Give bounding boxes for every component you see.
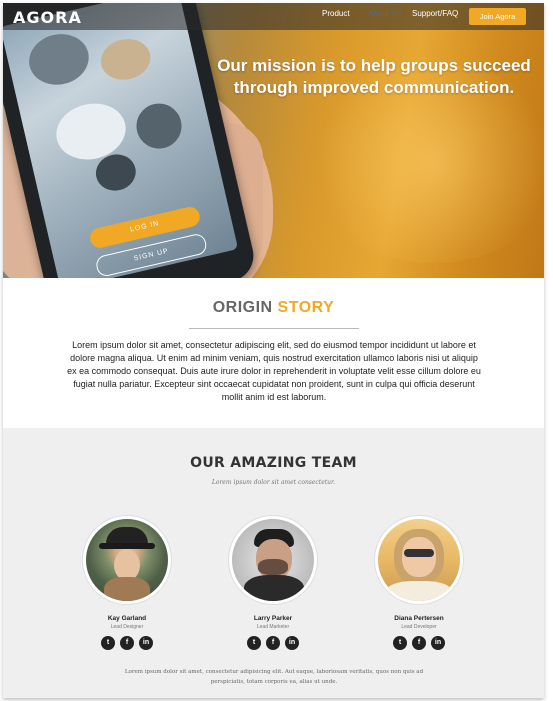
nav-item-product[interactable]: Product xyxy=(322,9,350,18)
member-social-links: t f in xyxy=(364,636,474,650)
hero-section: LOG IN SIGN UP AGORA Product About Us Su… xyxy=(3,3,544,278)
avatar xyxy=(229,516,317,604)
facebook-icon[interactable]: f xyxy=(120,636,134,650)
member-role: Lead Developer xyxy=(401,624,437,630)
agora-logo[interactable]: AGORA xyxy=(13,7,82,27)
title-divider xyxy=(189,328,359,329)
member-name: Larry Parker xyxy=(253,615,293,622)
origin-story-body: Lorem ipsum dolor sit amet, consectetur … xyxy=(67,340,481,402)
hero-phone-image: LOG IN SIGN UP xyxy=(3,3,259,278)
join-agora-button[interactable]: Join Agora xyxy=(469,8,526,25)
logo-text: AGORA xyxy=(13,7,82,27)
team-section: OUR AMAZING TEAM Lorem ipsum dolor sit a… xyxy=(3,428,544,698)
origin-story-section: ORIGIN STORY Lorem ipsum dolor sit amet,… xyxy=(3,278,544,428)
twitter-icon[interactable]: t xyxy=(101,636,115,650)
facebook-icon[interactable]: f xyxy=(266,636,280,650)
team-footer-text: Lorem ipsum dolor sit amet, consectetur … xyxy=(124,669,424,685)
phone-screen: LOG IN SIGN UP xyxy=(3,3,239,278)
team-title: OUR AMAZING TEAM xyxy=(190,455,357,471)
linkedin-icon[interactable]: in xyxy=(431,636,445,650)
origin-title-word: ORIGIN xyxy=(212,299,273,316)
story-title-word: STORY xyxy=(277,299,335,316)
twitter-icon[interactable]: t xyxy=(247,636,261,650)
nav-item-about-us[interactable]: About Us xyxy=(368,9,401,18)
team-subtitle: Lorem ipsum dolor sit amet consectetur. xyxy=(211,479,336,486)
top-navigation: AGORA Product About Us Support/FAQ Join … xyxy=(3,3,544,30)
member-name: Diana Pertersen xyxy=(394,615,444,622)
team-member-card: Larry Parker Lead Marketer t f in xyxy=(218,516,328,650)
team-member-card: Diana Pertersen Lead Developer t f in xyxy=(364,516,474,650)
member-name: Kay Garland xyxy=(107,615,147,622)
twitter-icon[interactable]: t xyxy=(393,636,407,650)
avatar xyxy=(83,516,171,604)
member-social-links: t f in xyxy=(218,636,328,650)
linkedin-icon[interactable]: in xyxy=(285,636,299,650)
origin-story-title: ORIGIN STORY xyxy=(3,299,544,317)
mission-statement: Our mission is to help groups succeed th… xyxy=(217,56,531,97)
member-role: Lead Marketer xyxy=(256,624,290,630)
team-member-card: Kay Garland Lead Designer t f in xyxy=(72,516,182,650)
member-role: Lead Designer xyxy=(110,624,144,630)
nav-item-support-faq[interactable]: Support/FAQ xyxy=(412,9,458,18)
avatar xyxy=(375,516,463,604)
page-frame: LOG IN SIGN UP AGORA Product About Us Su… xyxy=(3,3,544,698)
member-social-links: t f in xyxy=(72,636,182,650)
linkedin-icon[interactable]: in xyxy=(139,636,153,650)
facebook-icon[interactable]: f xyxy=(412,636,426,650)
